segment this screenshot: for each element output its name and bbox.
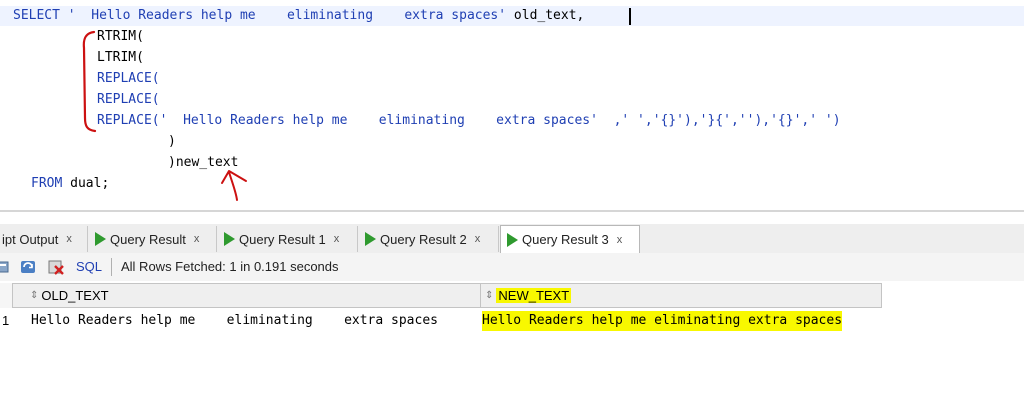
refresh-icon[interactable] [20,259,36,275]
close-icon[interactable]: x [617,234,623,246]
row-number-header [0,283,12,308]
red-bracket-annotation [82,30,97,133]
annotation-overlay [82,30,247,201]
red-arrow-annotation [221,170,247,201]
tab-label: Query Result 1 [239,231,326,247]
row-number: 1 [2,313,10,328]
result-tabbar: ipt Output x Query Result x Query Result… [0,224,1024,254]
tab-query-result-3[interactable]: Query Result 3 x [500,225,640,253]
tab-query-result-1[interactable]: Query Result 1 x [218,226,358,252]
sql-button[interactable]: SQL [76,259,102,274]
play-icon [507,232,518,247]
column-header-new-text[interactable]: ⇕ NEW_TEXT [480,283,882,308]
cell-old-text[interactable]: Hello Readers help me eliminating extra … [31,310,438,332]
play-icon [224,232,235,246]
sql-editor[interactable]: SELECT ' Hello Readers help me eliminati… [0,0,1024,212]
toolbar-separator [111,258,112,276]
tab-query-result[interactable]: Query Result x [89,226,217,252]
column-label: OLD_TEXT [41,288,109,303]
play-icon [95,232,106,246]
tab-query-result-2[interactable]: Query Result 2 x [359,226,499,252]
result-toolbar: SQL All Rows Fetched: 1 in 0.191 seconds [0,253,1024,281]
play-icon [365,232,376,246]
tab-label: Query Result 2 [380,231,467,247]
cell-new-text[interactable]: Hello Readers help me eliminating extra … [482,311,843,331]
tab-label: Query Result [110,231,186,247]
tab-label: ipt Output [2,231,59,247]
fetch-status: All Rows Fetched: 1 in 0.191 seconds [121,259,339,274]
tab-label: Query Result 3 [522,232,609,247]
sort-icon[interactable]: ⇕ [30,290,38,301]
pin-icon[interactable] [0,259,12,275]
sort-icon[interactable]: ⇕ [485,290,493,301]
close-icon[interactable]: x [334,233,340,245]
column-header-old-text[interactable]: ⇕ OLD_TEXT [12,283,481,308]
close-icon[interactable]: x [66,233,72,245]
close-icon[interactable]: x [194,233,200,245]
column-label: NEW_TEXT [496,288,572,303]
cancel-query-icon[interactable] [48,259,64,275]
tab-script-output[interactable]: ipt Output x [0,226,88,252]
result-grid-header: ⇕ OLD_TEXT ⇕ NEW_TEXT [0,283,1024,308]
close-icon[interactable]: x [475,233,481,245]
editor-divider [0,210,1024,212]
